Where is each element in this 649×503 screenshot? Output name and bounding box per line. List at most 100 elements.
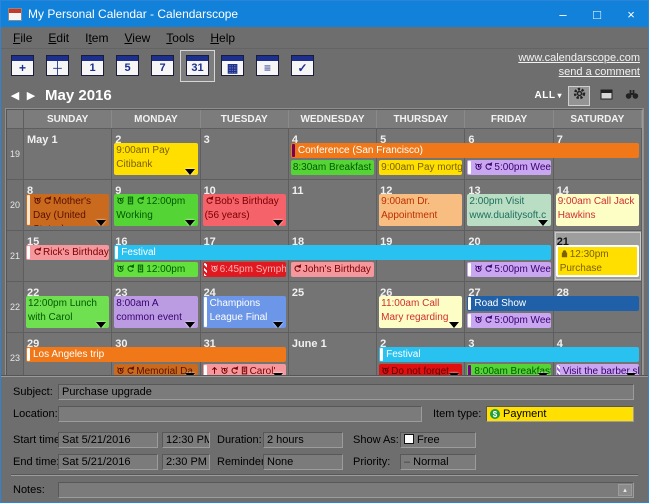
event[interactable]: Champions League Final (203, 296, 286, 328)
recurrence-icon (230, 366, 239, 375)
event[interactable]: 8:00am A common event (114, 296, 197, 328)
recurrence-icon (43, 196, 52, 205)
alarm-icon (474, 315, 483, 324)
event[interactable]: Bob's Birthday (56 years) (203, 194, 286, 226)
event-strip (468, 297, 471, 310)
minimize-button[interactable]: – (546, 1, 580, 27)
subject-field[interactable]: Purchase upgrade (58, 384, 634, 400)
menu-bar: FileEditItemViewToolsHelp (1, 27, 648, 49)
new-item-icon: + (11, 55, 34, 76)
event[interactable]: Los Angeles trip (26, 347, 286, 362)
prev-month-button[interactable]: ◀ (7, 89, 23, 102)
event[interactable]: John's Birthday (291, 262, 374, 277)
event[interactable]: Conference (San Francisco) (291, 143, 639, 158)
event-strip (115, 246, 118, 259)
event[interactable]: 5:00pm Wee (467, 262, 550, 277)
week-cells: 15161718192021Rick's BirthdayFestival12:… (24, 231, 642, 281)
start-date-field[interactable]: Sat 5/21/2016 (58, 432, 158, 448)
end-date-field[interactable]: Sat 5/21/2016 (58, 454, 158, 470)
event[interactable]: 12:00pm Lunch with Carol (26, 296, 109, 328)
event-title: 5:00pm Wee (494, 162, 550, 173)
notes-scroll-button[interactable]: ▴ (618, 484, 632, 496)
event[interactable]: 5:00pm Wee (467, 313, 550, 328)
lock-icon (560, 249, 569, 258)
menu-item-tools[interactable]: Tools (158, 29, 202, 47)
day-cell-11[interactable]: 11 (289, 180, 377, 230)
item-type-field[interactable]: $ Payment (486, 406, 634, 422)
event-strip (204, 263, 207, 276)
toolbar-button-new-item[interactable]: + (5, 50, 40, 82)
event[interactable]: Festival (379, 347, 639, 362)
event[interactable]: 9:00am Pay Citibank (114, 143, 197, 175)
day-cell-may-1[interactable]: May 1 (24, 129, 112, 179)
event-strip (468, 263, 471, 276)
filter-dropdown[interactable]: ALL▾ (535, 90, 562, 101)
options-button[interactable] (568, 86, 590, 106)
event[interactable]: 8:30am Breakfast w (291, 160, 374, 175)
show-as-field[interactable]: Free (400, 432, 476, 448)
comment-link[interactable]: send a comment (518, 65, 640, 79)
event-title: Conference (San Francisco) (298, 145, 423, 156)
event[interactable]: 9:00am Pay mortga (379, 160, 462, 175)
close-button[interactable]: × (614, 1, 648, 27)
start-time-label: Start time: (13, 434, 63, 446)
event[interactable]: 9:00am Dr. Appointment (379, 194, 462, 226)
month-title: May 2016 (45, 87, 112, 104)
event-strip (468, 161, 471, 174)
event-title: Road Show (474, 298, 526, 309)
event[interactable]: 5:00pm Wee (467, 160, 550, 175)
day-number: May 1 (27, 134, 58, 146)
toolbar-button-day-view[interactable]: 1 (75, 50, 110, 82)
priority-field[interactable]: –Normal (400, 454, 476, 470)
event[interactable]: 12:30pm Purchase (556, 245, 639, 277)
event[interactable]: 12:00pm Working (114, 194, 197, 226)
notes-field[interactable]: ▴ (58, 482, 634, 498)
app-icon (8, 8, 22, 21)
menu-item-edit[interactable]: Edit (40, 29, 77, 47)
duration-field[interactable]: 2 hours (263, 432, 343, 448)
day-cell-25[interactable]: 25 (289, 282, 377, 332)
menu-item-file[interactable]: File (5, 29, 40, 47)
event[interactable]: 9:00am Call Jack Hawkins (556, 194, 639, 226)
maximize-button[interactable]: □ (580, 1, 614, 27)
event[interactable]: 6:45pm Symph (203, 262, 286, 277)
duration-label: Duration: (217, 434, 262, 446)
day-header-sunday: SUNDAY (24, 110, 112, 128)
event[interactable]: 11:00am Call Mary regarding (379, 296, 462, 328)
toolbar-button-month-view[interactable]: 31 (180, 50, 215, 82)
end-time-field[interactable]: 2:30 PM (162, 454, 210, 470)
day-cell-3[interactable]: 3 (201, 129, 289, 179)
event[interactable]: 12:00pm (114, 262, 197, 277)
weeks-container: 19May 12345679:00am Pay CitibankConferen… (7, 129, 642, 383)
event[interactable]: Rick's Birthday (26, 245, 109, 260)
website-link[interactable]: www.calendarscope.com (518, 51, 640, 65)
details-panel-button[interactable] (596, 87, 616, 105)
location-field[interactable] (58, 406, 422, 422)
menu-item-item[interactable]: Item (77, 29, 116, 47)
toolbar-button-go-to-date[interactable]: ┼ (40, 50, 75, 82)
event[interactable]: Festival (114, 245, 550, 260)
event[interactable]: 2:00pm Visit www.dualitysoft.c (467, 194, 550, 226)
search-button[interactable] (622, 87, 642, 105)
recurrence-icon (33, 247, 42, 256)
priority-dash-icon: – (404, 456, 410, 468)
start-time-field[interactable]: 12:30 PM (162, 432, 210, 448)
toolbar-button-multi-week-view[interactable]: ▦ (215, 50, 250, 82)
reminder-field[interactable]: None (263, 454, 343, 470)
event[interactable]: Mother's Day (United States) (26, 194, 109, 226)
menu-item-view[interactable]: View (116, 29, 158, 47)
toolbar-button-work-week-view[interactable]: 5 (110, 50, 145, 82)
menu-item-help[interactable]: Help (202, 29, 243, 47)
agenda-view-icon: ≡ (256, 55, 279, 76)
event-title: 9:00am Dr. Appointment (381, 196, 437, 221)
week-cells: 2223242526272812:00pm Lunch with Carol8:… (24, 282, 642, 332)
event-title: Champions League Final (210, 298, 268, 323)
document-icon (240, 366, 249, 375)
toolbar-button-agenda-view[interactable]: ≡ (250, 50, 285, 82)
toolbar-button-tasks-view[interactable]: ✓ (285, 50, 320, 82)
next-month-button[interactable]: ▶ (23, 89, 39, 102)
toolbar-button-week-view[interactable]: 7 (145, 50, 180, 82)
week-view-icon: 7 (151, 55, 174, 76)
event[interactable]: Road Show (467, 296, 639, 311)
day-number: 3 (204, 134, 210, 146)
